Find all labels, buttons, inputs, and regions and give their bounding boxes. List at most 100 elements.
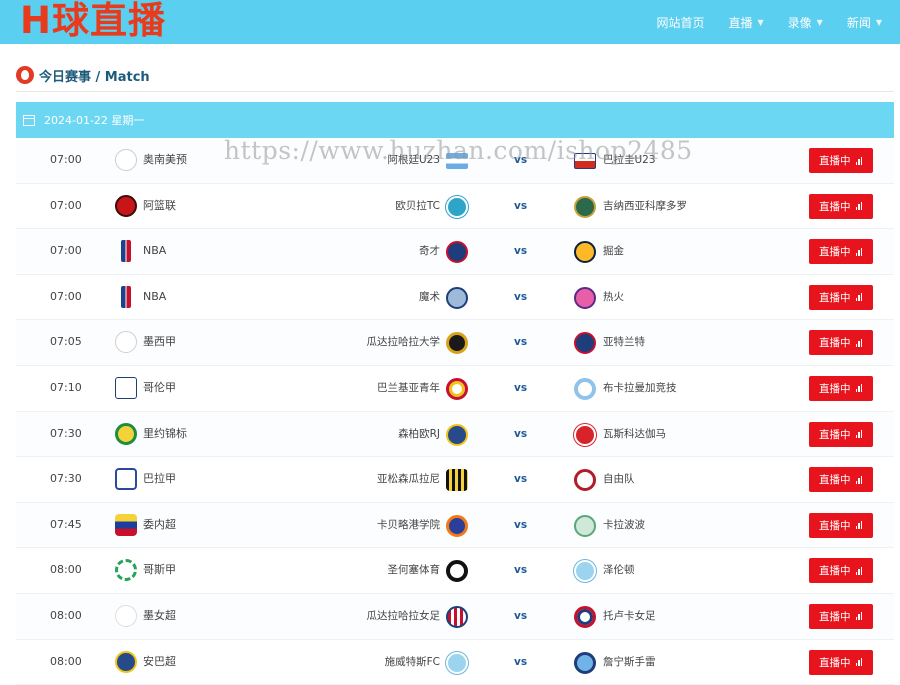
away-team-name[interactable]: 泽伦顿 (603, 548, 635, 592)
league-name[interactable]: 哥斯甲 (143, 548, 176, 592)
live-button[interactable]: 直播中 (809, 467, 873, 493)
match-time: 07:05 (50, 335, 82, 349)
league-name[interactable]: 墨西甲 (143, 320, 176, 364)
live-button[interactable]: 直播中 (809, 330, 873, 356)
vs-label: vs (514, 154, 528, 166)
match-row[interactable]: 08:00 墨女超 瓜达拉哈拉女足 vs 托卢卡女足 直播中 (16, 593, 894, 640)
live-button[interactable]: 直播中 (809, 375, 873, 401)
away-team-name[interactable]: 自由队 (603, 457, 635, 501)
home-team-name[interactable]: 奇才 (419, 229, 440, 273)
live-button-label: 直播中 (819, 519, 851, 532)
zeledon-badge-icon (574, 560, 596, 583)
flame-icon (16, 66, 34, 84)
carabobo-badge-icon (574, 514, 596, 537)
vs-label: vs (514, 518, 528, 531)
signal-bars-icon (855, 202, 864, 211)
site-logo[interactable]: H球直播 (20, 0, 166, 45)
home-team-name[interactable]: 瓜达拉哈拉女足 (367, 594, 441, 638)
home-team-name[interactable]: 森柏欧RJ (398, 412, 440, 456)
league-name[interactable]: NBA (143, 275, 166, 319)
home-team-name[interactable]: 施威特斯FC (385, 640, 440, 684)
vs-label: vs (514, 427, 528, 440)
match-row[interactable]: 07:00 奥南美预 阿根廷U23 vs 巴拉圭U23 直播中 (16, 138, 894, 184)
home-team-name[interactable]: 卡贝略港学院 (377, 503, 440, 547)
nav-home-label: 网站首页 (656, 15, 705, 30)
league-name[interactable]: 安巴超 (143, 640, 176, 684)
league-name[interactable]: NBA (143, 229, 166, 273)
match-row[interactable]: 07:30 里约锦标 森柏欧RJ vs 瓦斯科达伽马 直播中 (16, 411, 894, 458)
main-nav: 网站首页 直播 ▼ 录像 ▼ 新闻 ▼ (632, 0, 882, 44)
nav-replay[interactable]: 录像 ▼ (788, 14, 823, 31)
away-team-name[interactable]: 詹宁斯手雷 (603, 640, 656, 684)
live-button[interactable]: 直播中 (809, 512, 873, 538)
home-team-name[interactable]: 欧贝拉TC (395, 184, 440, 228)
live-button-label: 直播中 (819, 337, 851, 350)
divider (16, 91, 894, 92)
match-row[interactable]: 07:00 阿篮联 欧贝拉TC vs 吉纳西亚科摩多罗 直播中 (16, 184, 894, 230)
match-time: 07:10 (50, 380, 82, 394)
home-team-name[interactable]: 魔术 (419, 275, 440, 319)
live-button[interactable]: 直播中 (809, 193, 873, 219)
live-button[interactable]: 直播中 (809, 558, 873, 584)
match-row[interactable]: 07:05 墨西甲 瓜达拉哈拉大学 vs 亚特兰特 直播中 (16, 320, 894, 366)
live-button[interactable]: 直播中 (809, 649, 873, 675)
nba-icon (121, 240, 131, 263)
nav-live[interactable]: 直播 ▼ (728, 14, 763, 31)
obera-tc-badge-icon (446, 195, 468, 218)
match-row[interactable]: 07:30 巴拉甲 亚松森瓜拉尼 vs 自由队 直播中 (16, 457, 894, 503)
match-row[interactable]: 08:00 安巴超 施威特斯FC vs 詹宁斯手雷 直播中 (16, 640, 894, 685)
match-time: 07:30 (50, 472, 82, 486)
home-team-name[interactable]: 亚松森瓜拉尼 (377, 457, 440, 501)
match-row[interactable]: 08:00 哥斯甲 圣何塞体育 vs 泽伦顿 直播中 (16, 548, 894, 594)
chevron-down-icon: ▼ (816, 17, 823, 27)
home-team-name[interactable]: 巴兰基亚青年 (377, 366, 440, 410)
league-name[interactable]: 委内超 (143, 503, 176, 547)
away-team-name[interactable]: 托卢卡女足 (603, 594, 656, 638)
home-team-name[interactable]: 圣何塞体育 (388, 548, 441, 592)
league-name[interactable]: 哥伦甲 (143, 366, 176, 410)
paraguay-league-icon (115, 468, 137, 491)
league-name[interactable]: 里约锦标 (143, 412, 187, 456)
nav-news[interactable]: 新闻 ▼ (847, 14, 882, 31)
league-name[interactable]: 巴拉甲 (143, 457, 176, 501)
live-button[interactable]: 直播中 (809, 421, 873, 447)
match-time: 08:00 (50, 608, 82, 622)
league-name[interactable]: 奥南美预 (143, 138, 187, 182)
signal-bars-icon (855, 658, 864, 667)
vs-label: vs (514, 336, 528, 349)
venezuela-league-icon (115, 513, 137, 536)
chevron-down-icon: ▼ (757, 17, 764, 27)
league-name[interactable]: 阿篮联 (143, 184, 176, 228)
magic-badge-icon (446, 286, 468, 309)
match-row[interactable]: 07:45 委内超 卡贝略港学院 vs 卡拉波波 直播中 (16, 502, 894, 549)
live-button[interactable]: 直播中 (809, 603, 873, 629)
away-team-name[interactable]: 吉纳西亚科摩多罗 (603, 184, 687, 228)
match-row[interactable]: 07:00 NBA 魔术 vs 热火 直播中 (16, 275, 894, 321)
vs-label: vs (514, 655, 528, 668)
vs-label: vs (514, 473, 528, 486)
saprissa-badge-icon (446, 560, 468, 583)
away-team-name[interactable]: 掘金 (603, 229, 624, 273)
live-button[interactable]: 直播中 (809, 284, 873, 310)
match-row[interactable]: 07:10 哥伦甲 巴兰基亚青年 vs 布卡拉曼加竞技 直播中 (16, 366, 894, 412)
chevron-down-icon: ▼ (875, 17, 882, 27)
top-navbar: H球直播 网站首页 直播 ▼ 录像 ▼ 新闻 ▼ (0, 0, 900, 44)
vs-label: vs (514, 290, 528, 303)
away-team-name[interactable]: 亚特兰特 (603, 320, 645, 364)
away-team-name[interactable]: 巴拉圭U23 (603, 138, 656, 182)
away-team-name[interactable]: 布卡拉曼加竞技 (603, 366, 677, 410)
nuggets-badge-icon (574, 241, 596, 264)
wizards-badge-icon (446, 241, 468, 264)
league-name[interactable]: 墨女超 (143, 594, 176, 638)
away-team-name[interactable]: 瓦斯科达伽马 (603, 412, 666, 456)
home-team-name[interactable]: 瓜达拉哈拉大学 (367, 320, 441, 364)
match-row[interactable]: 07:00 NBA 奇才 vs 掘金 直播中 (16, 229, 894, 275)
home-team-name[interactable]: 阿根廷U23 (387, 138, 440, 182)
away-team-name[interactable]: 卡拉波波 (603, 503, 645, 547)
live-button[interactable]: 直播中 (809, 148, 873, 173)
nav-home[interactable]: 网站首页 (656, 14, 704, 31)
liga-mx-icon (115, 331, 137, 354)
signal-bars-icon (855, 384, 864, 393)
away-team-name[interactable]: 热火 (603, 275, 624, 319)
live-button[interactable]: 直播中 (809, 239, 873, 265)
